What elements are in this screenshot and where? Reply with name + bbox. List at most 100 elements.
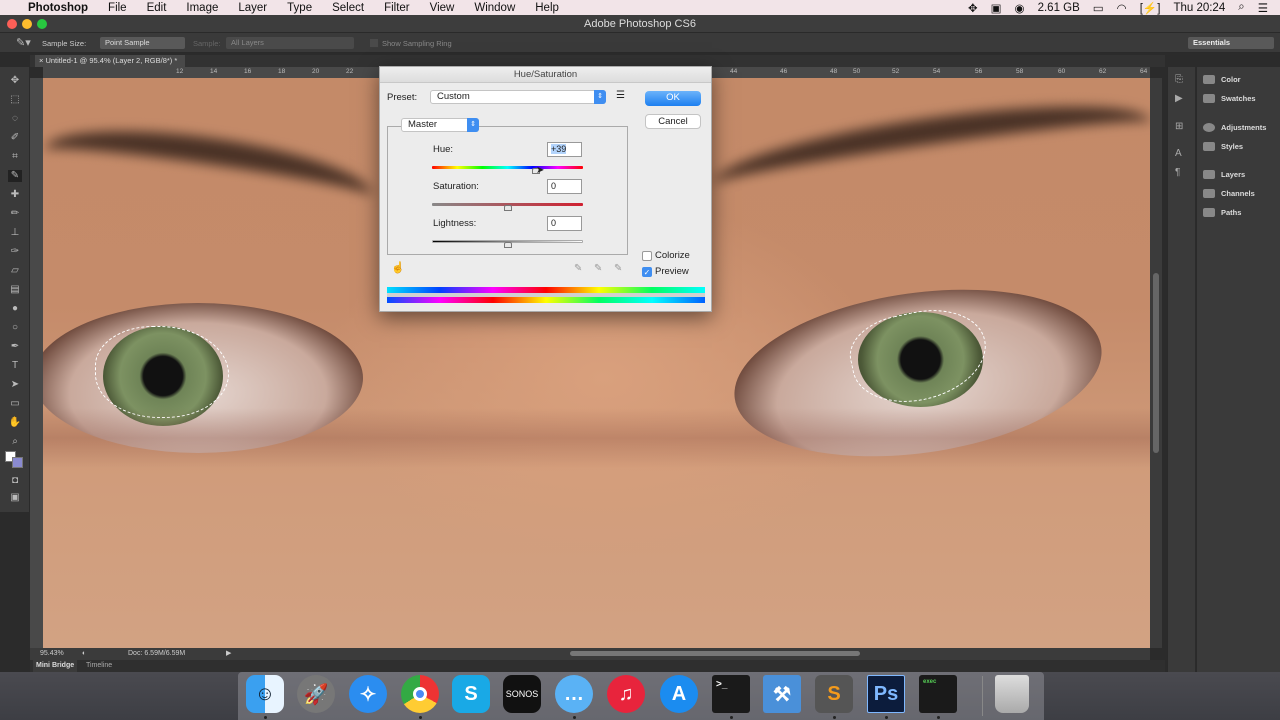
dock-messages-icon[interactable]: … [555,675,593,713]
vertical-scroll-thumb[interactable] [1153,273,1159,453]
dock-itunes-icon[interactable]: ♫ [607,675,645,713]
pen-tool-icon[interactable]: ✒ [8,341,22,353]
saturation-slider-thumb[interactable] [504,205,512,211]
path-select-tool-icon[interactable]: ➤ [8,379,22,391]
eyedropper-tool-icon[interactable]: ✎ [8,170,22,182]
dock-finder-icon[interactable]: ☺ [246,675,284,713]
menu-select[interactable]: Select [332,2,364,14]
eyedropper-plus-icon[interactable]: ✎ [594,263,602,274]
paragraph-icon[interactable]: ¶ [1175,167,1180,178]
spotlight-icon[interactable]: ⌕ [1238,1,1244,14]
stamp-tool-icon[interactable]: ⊥ [8,227,22,239]
menu-help[interactable]: Help [535,2,559,14]
targeted-adjustment-hand-icon[interactable]: ☝ [391,261,405,274]
dodge-tool-icon[interactable]: ○ [8,322,22,334]
dock-sublime-icon[interactable]: S [815,675,853,713]
wifi-icon[interactable]: ◠ [1117,1,1127,15]
status-menu-arrow-icon[interactable]: ▶ [226,648,231,660]
quick-select-tool-icon[interactable]: ✐ [8,132,22,144]
tab-mini-bridge[interactable]: Mini Bridge [33,660,78,672]
background-color-swatch[interactable] [12,457,23,468]
panel-swatches[interactable]: Swatches [1203,91,1256,105]
eyedropper-minus-icon[interactable]: ✎ [614,263,622,274]
zoom-button[interactable] [37,19,47,29]
vertical-scrollbar[interactable] [1150,78,1162,648]
blur-tool-icon[interactable]: ● [8,303,22,315]
sample-size-select[interactable]: Point Sample [100,37,185,49]
menu-filter[interactable]: Filter [384,2,410,14]
cancel-button[interactable]: Cancel [645,114,701,129]
history-icon[interactable]: ⎘ [1175,74,1183,85]
dock-photoshop-icon[interactable]: Ps [867,675,905,713]
horizontal-scroll-thumb[interactable] [570,651,860,656]
hue-slider[interactable] [432,166,583,169]
horizontal-scrollbar[interactable] [240,648,1150,660]
battery-icon[interactable]: [⚡] [1140,1,1161,15]
dock-sonos-icon[interactable]: SONOS [503,675,541,713]
camera-icon[interactable]: ▣ [991,1,1002,15]
panel-styles[interactable]: Styles [1203,139,1243,153]
menu-window[interactable]: Window [474,2,515,14]
ok-button[interactable]: OK [645,91,701,106]
channel-select[interactable]: Master ⇕ [401,118,479,132]
lightness-input[interactable]: 0 [547,216,582,231]
dock-exec-icon[interactable]: exec [919,675,957,713]
panel-color[interactable]: Color [1203,72,1241,86]
document-tab[interactable]: × Untitled-1 @ 95.4% (Layer 2, RGB/8*) * [35,55,186,67]
colorize-checkbox[interactable] [642,251,652,261]
hand-tool-icon[interactable]: ✋ [8,417,22,429]
tab-timeline[interactable]: Timeline [86,660,112,672]
dock-trash-icon[interactable] [995,675,1029,713]
menu-app[interactable]: Photoshop [28,2,88,14]
dock-appstore-icon[interactable]: A [660,675,698,713]
dock-skype-icon[interactable]: S [452,675,490,713]
preview-checkbox[interactable]: ✓ [642,267,652,277]
shape-tool-icon[interactable]: ▭ [8,398,22,410]
panel-layers[interactable]: Layers [1203,167,1245,181]
menu-type[interactable]: Type [287,2,312,14]
dial-icon[interactable]: ◉ [1015,1,1025,15]
memory-text[interactable]: 2.61 GB [1038,2,1080,14]
sampling-ring-checkbox[interactable] [370,39,378,47]
dock-safari-icon[interactable]: ✧ [349,675,387,713]
zoom-tool-icon[interactable]: ⌕ [8,436,22,448]
properties-icon[interactable]: ⊞ [1175,121,1183,132]
close-button[interactable] [7,19,17,29]
screen-mode-icon[interactable]: ▣ [8,492,22,504]
quick-mask-icon[interactable]: ◘ [8,475,22,487]
brush-tool-icon[interactable]: ✏ [8,208,22,220]
saturation-input[interactable]: 0 [547,179,582,194]
eyedropper-icon[interactable]: ✎▾ [16,36,31,49]
menu-file[interactable]: File [108,2,127,14]
marquee-tool-icon[interactable]: ⬚ [8,94,22,106]
dropbox-icon[interactable]: ✥ [968,1,978,15]
menu-image[interactable]: Image [186,2,218,14]
preset-options-icon[interactable]: ☰ [616,90,625,101]
healing-tool-icon[interactable]: ✚ [8,189,22,201]
share-icon[interactable]: ◐ [82,648,86,660]
character-icon[interactable]: A [1175,148,1182,159]
move-tool-icon[interactable]: ✥ [8,75,22,87]
menu-edit[interactable]: Edit [147,2,167,14]
workspace-select[interactable]: Essentials [1188,37,1274,49]
dock-terminal-icon[interactable]: >_ [712,675,750,713]
panel-channels[interactable]: Channels [1203,186,1255,200]
dock-chrome-icon[interactable] [401,675,439,713]
lightness-slider-thumb[interactable] [504,242,512,248]
minimize-button[interactable] [22,19,32,29]
lasso-tool-icon[interactable]: ◌ [8,113,22,125]
gradient-tool-icon[interactable]: ▤ [8,284,22,296]
panel-adjustments[interactable]: Adjustments [1203,120,1266,134]
menu-view[interactable]: View [430,2,455,14]
actions-play-icon[interactable]: ▶ [1175,93,1183,104]
airplay-icon[interactable]: ▭ [1093,1,1104,15]
clock[interactable]: Thu 20:24 [1173,2,1225,14]
sample-select[interactable]: All Layers [226,37,354,49]
dock-launchpad-icon[interactable]: 🚀 [297,675,335,713]
panel-paths[interactable]: Paths [1203,205,1241,219]
preset-select[interactable]: Custom ⇕ [430,90,606,104]
history-brush-icon[interactable]: ✑ [8,246,22,258]
type-tool-icon[interactable]: T [8,360,22,372]
zoom-level[interactable]: 95.43% [40,648,64,660]
hue-input[interactable]: +39 [547,142,582,157]
